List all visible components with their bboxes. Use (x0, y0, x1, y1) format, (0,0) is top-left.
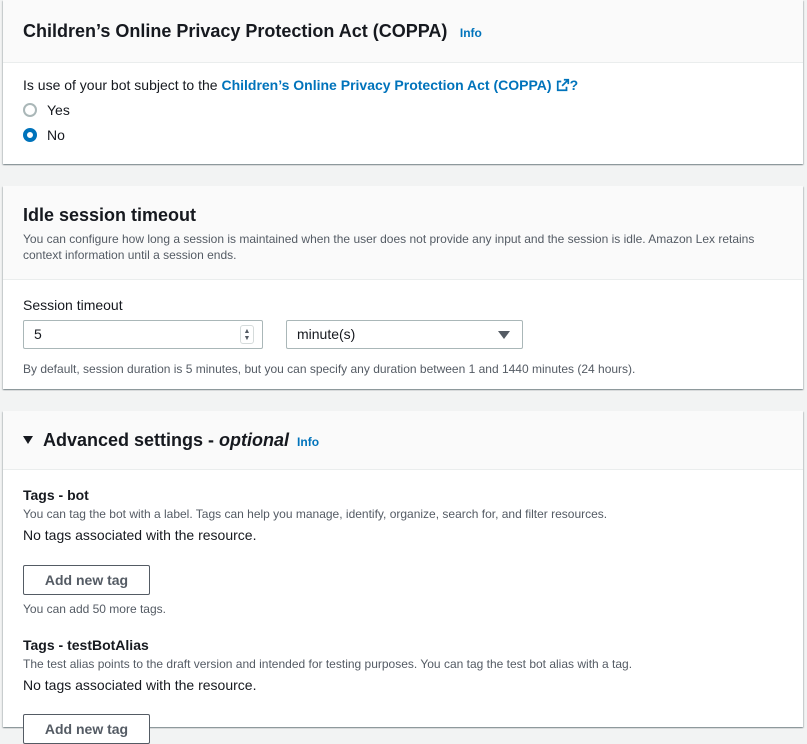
radio-yes[interactable] (23, 103, 37, 117)
advanced-title-optional: optional (219, 430, 290, 450)
tags-bot-description: You can tag the bot with a label. Tags c… (23, 507, 608, 521)
coppa-external-link[interactable]: Children’s Online Privacy Protection Act… (221, 77, 569, 93)
timeout-unit-select[interactable]: minute(s) (286, 320, 523, 349)
coppa-question-prefix: Is use of your bot subject to the (23, 77, 222, 93)
radio-yes-label: Yes (47, 102, 70, 118)
tags-alias-title: Tags - testBotAlias (23, 637, 149, 653)
coppa-header: Children’s Online Privacy Protection Act… (3, 0, 803, 63)
idle-header: Idle session timeout You can configure h… (3, 186, 803, 280)
coppa-info-link[interactable]: Info (460, 26, 482, 40)
coppa-panel: Children’s Online Privacy Protection Act… (3, 0, 803, 164)
timeout-hint: By default, session duration is 5 minute… (23, 362, 636, 376)
timeout-unit-value: minute(s) (297, 326, 356, 342)
expand-caret-icon[interactable] (23, 436, 33, 444)
coppa-question: Is use of your bot subject to the Childr… (23, 77, 578, 93)
advanced-settings-panel: Advanced settings - optional Info Tags - … (3, 411, 803, 744)
coppa-question-suffix: ? (569, 77, 579, 93)
stepper-down-icon[interactable]: ▼ (244, 335, 251, 342)
session-timeout-value: 5 (34, 326, 42, 342)
caret-down-icon (498, 331, 510, 339)
idle-title: Idle session timeout (23, 205, 197, 225)
advanced-info-link[interactable]: Info (297, 435, 319, 449)
tags-alias-empty: No tags associated with the resource. (23, 677, 257, 693)
tags-bot-title: Tags - bot (23, 487, 89, 503)
tags-bot-limit: You can add 50 more tags. (23, 602, 166, 616)
coppa-option-no[interactable]: No (23, 127, 65, 143)
radio-no-label: No (47, 127, 65, 143)
coppa-option-yes[interactable]: Yes (23, 102, 70, 118)
advanced-header[interactable]: Advanced settings - optional Info (3, 411, 803, 470)
advanced-title-text: Advanced settings - (43, 430, 220, 450)
external-link-icon (556, 78, 569, 92)
coppa-title: Children’s Online Privacy Protection Act… (23, 21, 448, 41)
add-alias-tag-button[interactable]: Add new tag (23, 714, 150, 744)
stepper-up-icon[interactable]: ▲ (244, 328, 251, 335)
idle-description: You can configure how long a session is … (23, 232, 755, 262)
coppa-link-text: Children’s Online Privacy Protection Act… (221, 77, 552, 93)
add-bot-tag-button[interactable]: Add new tag (23, 565, 150, 595)
number-stepper[interactable]: ▲ ▼ (240, 325, 254, 344)
idle-timeout-panel: Idle session timeout You can configure h… (3, 186, 803, 389)
tags-alias-description: The test alias points to the draft versi… (23, 657, 633, 671)
tags-bot-empty: No tags associated with the resource. (23, 527, 257, 543)
radio-no[interactable] (23, 128, 37, 142)
session-timeout-label: Session timeout (23, 297, 123, 313)
session-timeout-input[interactable]: 5 ▲ ▼ (23, 320, 263, 349)
advanced-title[interactable]: Advanced settings - optional (43, 430, 289, 451)
